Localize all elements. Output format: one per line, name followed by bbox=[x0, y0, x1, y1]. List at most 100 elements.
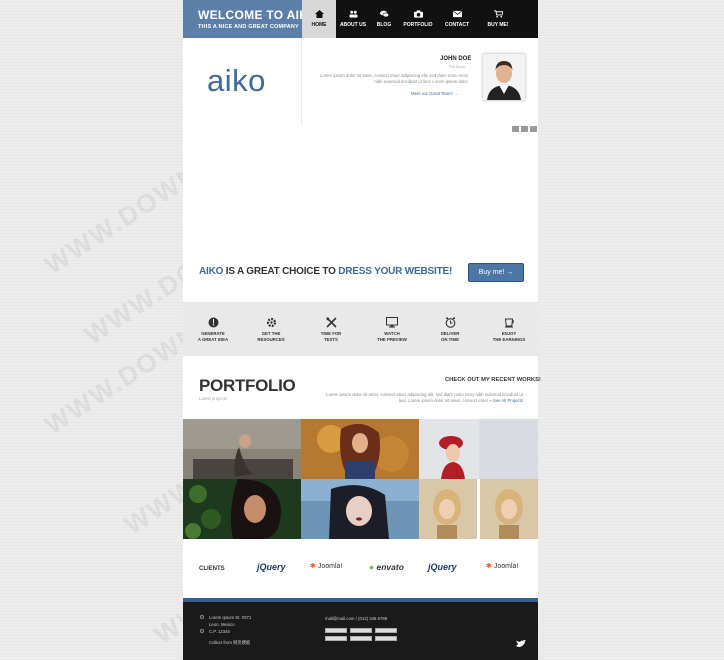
home-icon bbox=[314, 10, 324, 18]
feature-item: GET THE RESOURCES bbox=[246, 316, 296, 342]
brand-block[interactable]: WELCOME TO AIKO THIS A NICE AND GREAT CO… bbox=[183, 0, 318, 38]
person-role: The Boss bbox=[448, 64, 465, 69]
main-nav: HOME ABOUT US BLOG PORTFOLIO CONTACT BUY… bbox=[302, 0, 538, 38]
portfolio-thumb[interactable] bbox=[183, 479, 301, 539]
feature-label-2: ON TIME bbox=[441, 336, 459, 342]
client-logo-joomla[interactable]: ✱ Joomla! bbox=[310, 562, 342, 570]
footer-badge[interactable] bbox=[350, 636, 372, 641]
tagline-highlight: DRESS YOUR WEBSITE! bbox=[338, 266, 453, 277]
person-name: JOHN DOE bbox=[440, 56, 472, 62]
meet-team-link[interactable]: Meet our Great Team! → bbox=[411, 91, 458, 96]
footer-badges bbox=[325, 628, 415, 641]
client-logo-text: Joomla! bbox=[317, 563, 343, 570]
features-bar: GENERATE A GREAT IDEA GET THE RESOURCES … bbox=[183, 302, 538, 356]
portfolio-subtitle: Latest projects bbox=[199, 396, 227, 401]
envelope-icon bbox=[452, 10, 462, 18]
footer-badge[interactable] bbox=[325, 628, 347, 633]
cart-icon bbox=[493, 10, 503, 18]
location-icon bbox=[200, 629, 204, 633]
feature-label-2: A GREAT IDEA bbox=[197, 336, 229, 342]
slider-dot[interactable] bbox=[521, 126, 528, 132]
footer-accent bbox=[183, 598, 538, 602]
nav-label: HOME bbox=[311, 22, 327, 28]
aiko-logo[interactable]: aiko bbox=[207, 63, 266, 99]
clock-icon bbox=[444, 316, 456, 328]
feature-item: DELIVER ON TIME bbox=[425, 316, 475, 342]
client-logo-jquery[interactable]: jQuery bbox=[428, 562, 457, 572]
feature-item: TIME FOR TESTS bbox=[306, 316, 356, 342]
feature-label-2: THE EARNINGS bbox=[492, 336, 526, 342]
footer-address-line: Lorem Ipsum St. #271 bbox=[209, 615, 252, 620]
joomla-icon: ✱ bbox=[310, 563, 316, 570]
portfolio-callout: CHECK OUT MY RECENT WORKS! bbox=[445, 377, 541, 383]
avatar bbox=[483, 54, 525, 100]
footer-badge[interactable] bbox=[325, 636, 347, 641]
portfolio-description: Lorem ipsum dolor sit amet, consect etue… bbox=[323, 392, 523, 404]
slider-dot[interactable] bbox=[530, 126, 537, 132]
feature-label-2: TESTS bbox=[324, 336, 338, 342]
feature-item: WATCH THE PREVIEW bbox=[367, 316, 417, 342]
footer-badge[interactable] bbox=[350, 628, 372, 633]
client-logo-jquery[interactable]: jQuery bbox=[257, 562, 286, 572]
tagline: AIKO IS A GREAT CHOICE TO DRESS YOUR WEB… bbox=[199, 266, 452, 277]
feature-label-2: RESOURCES bbox=[257, 336, 285, 342]
tagline-text: IS A GREAT CHOICE TO bbox=[223, 266, 339, 277]
monitor-icon bbox=[386, 316, 398, 328]
client-logo-envato[interactable]: ● envato bbox=[369, 562, 404, 572]
portfolio-title: PORTFOLIO bbox=[199, 376, 296, 395]
idea-icon bbox=[207, 316, 219, 328]
footer-badge[interactable] bbox=[375, 628, 397, 633]
clients-label: CLIENTS bbox=[199, 566, 225, 572]
portfolio-thumb[interactable] bbox=[183, 419, 301, 479]
page: WELCOME TO AIKO THIS A NICE AND GREAT CO… bbox=[183, 0, 541, 660]
nav-item-about[interactable]: ABOUT US bbox=[336, 0, 370, 38]
nav-item-contact[interactable]: CONTACT bbox=[438, 0, 476, 38]
site-footer: Lorem Ipsum St. #271 Leon, Mexico C.P. 1… bbox=[183, 598, 538, 660]
footer-credit[interactable]: Collect from 网页模板 bbox=[209, 640, 250, 646]
twitter-icon[interactable] bbox=[516, 640, 526, 648]
chat-icon bbox=[379, 10, 389, 18]
envato-leaf-icon: ● bbox=[369, 562, 375, 572]
slider-dot[interactable] bbox=[512, 126, 519, 132]
client-logo-text: Joomla! bbox=[493, 563, 519, 570]
footer-badge[interactable] bbox=[375, 636, 397, 641]
nav-item-portfolio[interactable]: PORTFOLIO bbox=[398, 0, 438, 38]
nav-item-home[interactable]: HOME bbox=[302, 0, 336, 38]
client-logo-joomla[interactable]: ✱ Joomla! bbox=[486, 562, 518, 570]
nav-item-blog[interactable]: BLOG bbox=[370, 0, 398, 38]
nav-label: BLOG bbox=[376, 22, 392, 28]
location-icon bbox=[200, 615, 204, 619]
nav-item-buy[interactable]: BUY ME! bbox=[476, 0, 520, 38]
tagline-brand: AIKO bbox=[199, 266, 224, 277]
portfolio-thumb[interactable] bbox=[419, 479, 538, 539]
joomla-icon: ✱ bbox=[486, 563, 492, 570]
buy-me-button[interactable]: Buy me! → bbox=[468, 263, 524, 282]
site-header: WELCOME TO AIKO THIS A NICE AND GREAT CO… bbox=[183, 0, 538, 38]
footer-address-line: C.P. 12345 bbox=[209, 629, 230, 634]
nav-label: CONTACT bbox=[444, 22, 470, 28]
site-title: WELCOME TO AIKO bbox=[198, 8, 318, 22]
people-icon bbox=[348, 10, 358, 18]
nav-label: BUY ME! bbox=[487, 22, 509, 28]
nav-label: ABOUT US bbox=[339, 22, 367, 28]
footer-contact: mail@mail.com / (012) 345 6789 bbox=[325, 616, 388, 621]
feature-item: GENERATE A GREAT IDEA bbox=[188, 316, 238, 342]
divider bbox=[301, 40, 302, 124]
footer-address-line: Leon, Mexico bbox=[209, 622, 235, 627]
camera-icon bbox=[413, 10, 423, 18]
portfolio-thumb[interactable] bbox=[301, 419, 419, 479]
person-quote: Lorem ipsum dolor sit amet, consect etue… bbox=[319, 73, 468, 84]
gear-icon bbox=[265, 316, 277, 328]
tools-icon bbox=[325, 316, 337, 328]
nav-label: PORTFOLIO bbox=[403, 22, 433, 28]
feature-label-2: THE PREVIEW bbox=[377, 336, 407, 342]
cup-icon bbox=[503, 316, 515, 328]
portfolio-thumb[interactable] bbox=[301, 479, 419, 539]
feature-item: ENJOY THE EARNINGS bbox=[484, 316, 534, 342]
portfolio-grid bbox=[183, 419, 538, 539]
see-all-projects-link[interactable]: » See All Projects bbox=[489, 398, 523, 403]
slider-pager bbox=[512, 126, 537, 132]
portfolio-thumb[interactable] bbox=[419, 419, 538, 479]
site-subtitle: THIS A NICE AND GREAT COMPANY bbox=[198, 24, 299, 30]
client-logo-text: envato bbox=[376, 562, 404, 572]
